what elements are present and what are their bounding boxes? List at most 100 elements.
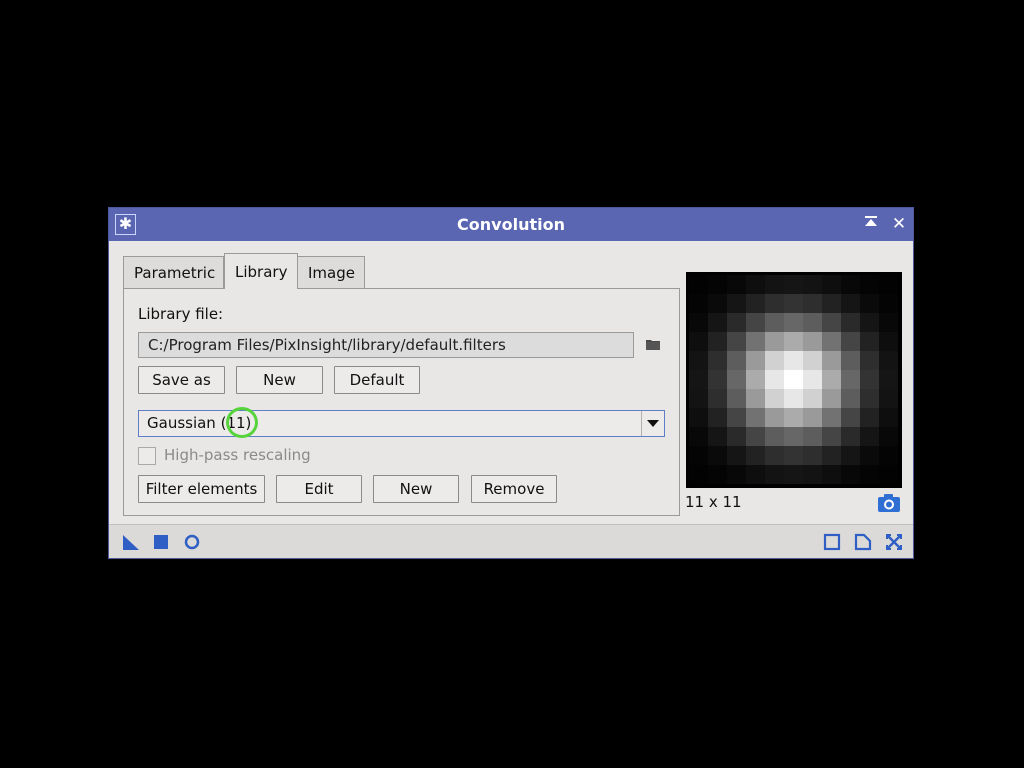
kernel-cell: [803, 332, 822, 351]
kernel-cell: [784, 313, 803, 332]
library-panel: Library file: C:/Program Files/PixInsigh…: [123, 288, 680, 516]
bottom-toolbar: [109, 524, 913, 558]
collapse-icon[interactable]: [885, 533, 903, 551]
kernel-cell: [765, 465, 784, 484]
kernel-cell: [841, 370, 860, 389]
kernel-cell: [860, 370, 879, 389]
remove-filter-button[interactable]: Remove: [471, 475, 557, 503]
kernel-cell: [689, 446, 708, 465]
kernel-cell: [765, 408, 784, 427]
kernel-cell: [727, 294, 746, 313]
kernel-cell: [784, 427, 803, 446]
kernel-cell: [765, 389, 784, 408]
kernel-cell: [765, 427, 784, 446]
kernel-cell: [765, 332, 784, 351]
kernel-cell: [879, 389, 898, 408]
kernel-cell: [727, 370, 746, 389]
save-as-button[interactable]: Save as: [138, 366, 225, 394]
default-library-button[interactable]: Default: [334, 366, 420, 394]
kernel-cell: [689, 332, 708, 351]
kernel-cell: [784, 408, 803, 427]
kernel-cell: [784, 332, 803, 351]
kernel-cell: [746, 332, 765, 351]
kernel-cell: [727, 427, 746, 446]
kernel-cell: [879, 332, 898, 351]
kernel-cell: [860, 313, 879, 332]
tab-library[interactable]: Library: [224, 253, 298, 289]
kernel-cell: [803, 370, 822, 389]
kernel-cell: [689, 313, 708, 332]
tab-image[interactable]: Image: [297, 256, 365, 288]
kernel-cell: [727, 332, 746, 351]
kernel-cell: [746, 427, 765, 446]
new-filter-button[interactable]: New: [373, 475, 459, 503]
kernel-cell: [708, 389, 727, 408]
edit-filter-button[interactable]: Edit: [276, 475, 362, 503]
kernel-cell: [708, 313, 727, 332]
filter-elements-button[interactable]: Filter elements: [138, 475, 265, 503]
convolution-window: ✱ Convolution ✕ Parametric Library Image…: [108, 207, 914, 559]
kernel-cell: [708, 275, 727, 294]
kernel-cell: [841, 294, 860, 313]
kernel-cell: [784, 275, 803, 294]
kernel-cell: [708, 446, 727, 465]
title-bar[interactable]: ✱ Convolution ✕: [109, 208, 913, 241]
kernel-cell: [860, 275, 879, 294]
shade-icon[interactable]: [861, 214, 881, 234]
kernel-cell: [708, 332, 727, 351]
folder-icon[interactable]: [646, 339, 660, 350]
reset-icon[interactable]: [854, 533, 872, 551]
kernel-cell: [822, 332, 841, 351]
kernel-cell: [841, 351, 860, 370]
apply-icon[interactable]: [183, 533, 201, 551]
kernel-cell: [708, 294, 727, 313]
kernel-cell: [765, 446, 784, 465]
highlight-circle: [226, 407, 258, 438]
library-file-label: Library file:: [138, 305, 224, 323]
new-library-button[interactable]: New: [236, 366, 323, 394]
apply-global-icon[interactable]: [152, 533, 170, 551]
kernel-cell: [784, 389, 803, 408]
dropdown-arrow-icon[interactable]: [641, 411, 664, 436]
kernel-cell: [803, 408, 822, 427]
kernel-cell: [860, 408, 879, 427]
window-title: Convolution: [457, 215, 565, 234]
kernel-cell: [860, 294, 879, 313]
kernel-cell: [841, 332, 860, 351]
close-icon[interactable]: ✕: [889, 214, 909, 234]
high-pass-checkbox[interactable]: [138, 447, 156, 465]
kernel-cell: [879, 370, 898, 389]
kernel-cell: [746, 465, 765, 484]
kernel-cell: [879, 408, 898, 427]
filter-select[interactable]: Gaussian (11): [138, 407, 665, 438]
kernel-cell: [841, 446, 860, 465]
preview-icon[interactable]: [823, 533, 841, 551]
kernel-cell: [784, 370, 803, 389]
kernel-cell: [784, 294, 803, 313]
library-file-path-field[interactable]: C:/Program Files/PixInsight/library/defa…: [138, 332, 634, 358]
kernel-cell: [879, 313, 898, 332]
kernel-cell: [784, 465, 803, 484]
kernel-cell: [765, 294, 784, 313]
tab-parametric[interactable]: Parametric: [123, 256, 224, 288]
kernel-cell: [822, 294, 841, 313]
kernel-cell: [803, 427, 822, 446]
kernel-cell: [708, 427, 727, 446]
kernel-cell: [860, 446, 879, 465]
kernel-cell: [765, 351, 784, 370]
kernel-cell: [746, 408, 765, 427]
camera-icon[interactable]: [877, 493, 901, 513]
kernel-cell: [822, 389, 841, 408]
kernel-cell: [689, 427, 708, 446]
kernel-cell: [803, 389, 822, 408]
kernel-cell: [879, 446, 898, 465]
kernel-cell: [803, 275, 822, 294]
kernel-cell: [860, 465, 879, 484]
new-instance-icon[interactable]: [122, 533, 140, 551]
kernel-cell: [746, 446, 765, 465]
kernel-cell: [803, 313, 822, 332]
kernel-cell: [879, 275, 898, 294]
kernel-cell: [841, 427, 860, 446]
kernel-cell: [727, 275, 746, 294]
kernel-cell: [689, 465, 708, 484]
